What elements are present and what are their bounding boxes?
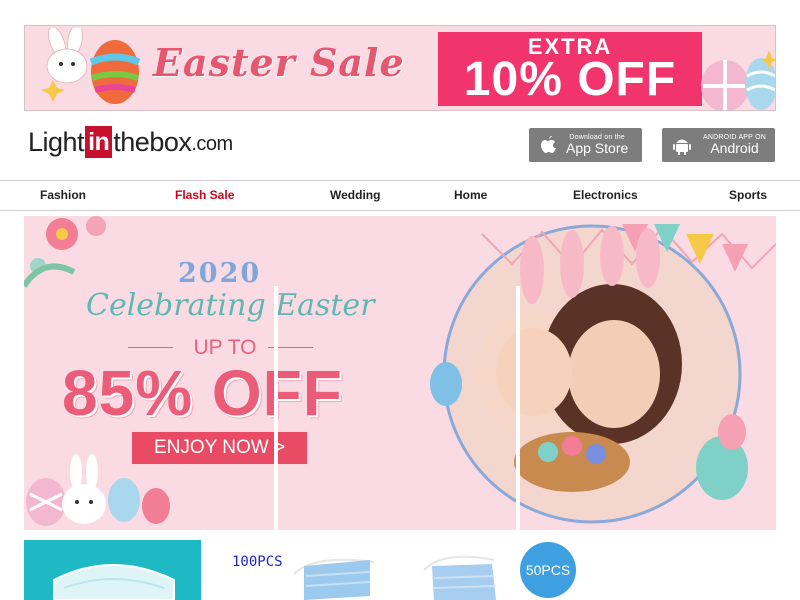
decorative-eggs	[701, 50, 775, 110]
nav-item-electronics[interactable]: Electronics	[573, 188, 638, 202]
nav-item-wedding[interactable]: Wedding	[330, 188, 380, 202]
page: Easter Sale EXTRA 10% OFF Light in thebox.…	[0, 0, 800, 600]
nav-item-flash-sale[interactable]: Flash Sale	[175, 188, 234, 202]
product-strip: 100PCS 50PCS	[24, 540, 776, 600]
blue-mask-image[interactable]	[414, 550, 514, 600]
hero-discount: 85% OFF	[62, 357, 343, 429]
hero-headline: Celebrating Easter	[86, 288, 375, 323]
app-store-button[interactable]: Download on the App Store	[529, 128, 642, 162]
nav-item-sports[interactable]: Sports	[729, 188, 767, 202]
site-logo[interactable]: Light in thebox .com	[28, 124, 233, 160]
logo-com: .com	[191, 132, 233, 155]
extra-offer-box: EXTRA 10% OFF	[438, 32, 702, 106]
divider-bar	[274, 286, 278, 530]
android-icon	[673, 139, 691, 155]
face-mask-image	[53, 564, 175, 600]
blue-mask-image[interactable]	[274, 544, 384, 600]
pack-50-badge: 50PCS	[520, 542, 576, 598]
logo-thebox: thebox	[113, 126, 192, 157]
extra-offer-value: 10% OFF	[463, 53, 677, 106]
main-nav: Fashion Flash Sale Wedding Home Electron…	[0, 180, 800, 211]
nav-item-fashion[interactable]: Fashion	[40, 188, 86, 202]
easter-sale-banner[interactable]: Easter Sale EXTRA 10% OFF	[24, 25, 776, 111]
mother-daughter-photo	[430, 224, 776, 524]
hero-year: 2020	[178, 258, 262, 289]
app-store-label: App Store	[566, 140, 629, 156]
bunny-eggs-illustration	[26, 454, 170, 526]
product-tile-mask[interactable]	[24, 540, 201, 600]
hero-banner[interactable]: 2020 Celebrating Easter UP TO 85% OFF EN…	[24, 216, 776, 530]
logo-light: Light	[28, 126, 85, 157]
android-label: Android	[710, 140, 759, 156]
easter-sale-title: Easter Sale	[153, 40, 405, 85]
apple-icon	[541, 136, 556, 153]
nav-item-home[interactable]: Home	[454, 188, 487, 202]
bunny-egg-illustration	[41, 28, 141, 104]
divider-bar	[516, 286, 520, 530]
logo-in: in	[85, 126, 113, 158]
android-app-button[interactable]: ANDROID APP ON Android	[662, 128, 775, 162]
